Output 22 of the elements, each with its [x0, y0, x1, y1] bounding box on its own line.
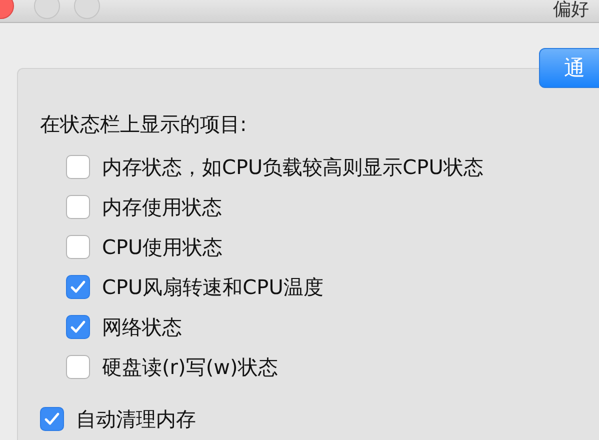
checkbox[interactable] — [66, 315, 90, 339]
checkbox[interactable] — [66, 235, 90, 259]
minimize-button[interactable] — [34, 0, 60, 19]
checkbox-label: 网络状态 — [102, 314, 182, 340]
checkbox-label: 自动清理内存 — [76, 406, 196, 432]
checkmark-icon — [70, 280, 86, 294]
checkbox-label: 硬盘读(r)写(w)状态 — [102, 354, 278, 380]
window-title: 偏好 — [553, 0, 589, 20]
checkmark-icon — [70, 320, 86, 334]
checkbox[interactable] — [66, 275, 90, 299]
checkbox[interactable] — [66, 195, 90, 219]
checkbox-label: CPU使用状态 — [102, 234, 223, 260]
checkmark-icon — [44, 412, 60, 426]
section-heading: 在状态栏上显示的项目: — [40, 111, 248, 138]
zoom-button[interactable] — [74, 0, 100, 19]
checkbox[interactable] — [66, 155, 90, 179]
checkbox-label: 内存状态，如CPU负载较高则显示CPU状态 — [102, 154, 484, 180]
checkbox[interactable] — [40, 407, 64, 431]
tab[interactable]: 通 — [539, 48, 599, 88]
checkbox[interactable] — [66, 355, 90, 379]
checkbox-label: 内存使用状态 — [102, 194, 222, 220]
checkbox-label: CPU风扇转速和CPU温度 — [102, 274, 324, 300]
